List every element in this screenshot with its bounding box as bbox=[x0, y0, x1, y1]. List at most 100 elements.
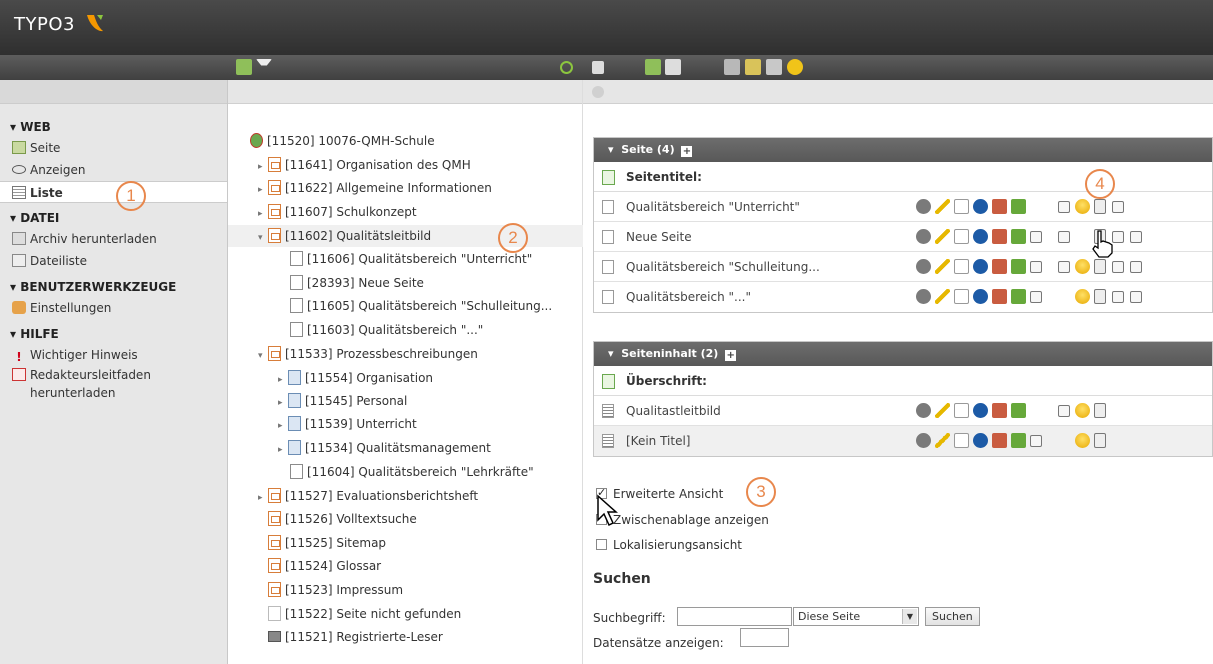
new-page-after-icon[interactable] bbox=[1011, 259, 1026, 274]
history-icon[interactable] bbox=[992, 229, 1007, 244]
tree-item-11607[interactable]: ▸ [11607] Schulkonzept bbox=[258, 201, 417, 223]
tree-item-11545[interactable]: ▸ [11545] Personal bbox=[278, 390, 407, 412]
move-up-icon[interactable] bbox=[1030, 435, 1042, 447]
localization-checkbox[interactable]: Lokalisierungsansicht bbox=[596, 538, 742, 552]
edit-icon[interactable] bbox=[745, 59, 761, 75]
new-record-icon[interactable] bbox=[645, 59, 661, 75]
lightbulb-icon[interactable] bbox=[787, 59, 803, 75]
expand-icon[interactable]: ▸ bbox=[258, 179, 268, 201]
paste-icon[interactable] bbox=[766, 59, 782, 75]
lightbulb-icon[interactable] bbox=[1075, 403, 1090, 418]
filter-icon[interactable] bbox=[256, 59, 272, 75]
history-icon[interactable] bbox=[992, 259, 1007, 274]
tree-item-11602[interactable]: ▾ [11602] Qualitätsleitbild bbox=[228, 225, 583, 247]
pencil-icon[interactable] bbox=[935, 199, 950, 214]
pencil-icon[interactable] bbox=[935, 403, 950, 418]
table-row[interactable]: Qualitätsbereich "..." bbox=[594, 282, 1212, 312]
view-icon[interactable] bbox=[724, 59, 740, 75]
trash-icon[interactable] bbox=[1094, 289, 1106, 304]
move-up-icon[interactable] bbox=[1030, 261, 1042, 273]
move-left-icon[interactable] bbox=[1112, 291, 1124, 303]
history-icon[interactable] bbox=[992, 433, 1007, 448]
expand-icon[interactable]: ▸ bbox=[278, 439, 288, 461]
nav-item-dateiliste[interactable]: Dateiliste bbox=[0, 250, 227, 272]
search-input[interactable] bbox=[677, 607, 792, 626]
new-page-after-icon[interactable] bbox=[1011, 199, 1026, 214]
table-row[interactable]: [Kein Titel] bbox=[594, 426, 1212, 456]
lightbulb-icon[interactable] bbox=[1075, 433, 1090, 448]
new-record-icon[interactable] bbox=[954, 259, 969, 274]
tree-item-11525[interactable]: [11525] Sitemap bbox=[268, 532, 386, 554]
nav-item-redakteursleitfaden[interactable]: Redakteursleitfaden bbox=[0, 366, 227, 384]
new-page-after-icon[interactable] bbox=[1011, 229, 1026, 244]
typo3-logo[interactable]: TYPO3 bbox=[14, 12, 106, 35]
move-down-icon[interactable] bbox=[1058, 261, 1070, 273]
move-left-icon[interactable] bbox=[1112, 201, 1124, 213]
pencil-icon[interactable] bbox=[935, 433, 950, 448]
view-icon[interactable] bbox=[916, 403, 931, 418]
nav-item-archiv[interactable]: Archiv herunterladen bbox=[0, 228, 227, 250]
new-record-icon[interactable] bbox=[954, 403, 969, 418]
tree-item-11526[interactable]: [11526] Volltextsuche bbox=[268, 508, 417, 530]
add-icon[interactable]: + bbox=[725, 350, 737, 361]
tree-item-11533[interactable]: ▾ [11533] Prozessbeschreibungen bbox=[258, 343, 478, 365]
history-icon[interactable] bbox=[992, 403, 1007, 418]
content-panel-header[interactable]: ▾ Seiteninhalt (2) + bbox=[594, 342, 1212, 366]
table-row[interactable]: Qualitastleitbild bbox=[594, 396, 1212, 426]
new-record-icon[interactable] bbox=[954, 199, 969, 214]
tree-item-11522[interactable]: [11522] Seite nicht gefunden bbox=[268, 603, 461, 625]
nav-item-anzeigen[interactable]: Anzeigen bbox=[0, 159, 227, 181]
pencil-icon[interactable] bbox=[935, 229, 950, 244]
help-icon[interactable] bbox=[592, 86, 604, 98]
tree-item-11641[interactable]: ▸ [11641] Organisation des QMH bbox=[258, 154, 471, 176]
move-right-icon[interactable] bbox=[1130, 231, 1142, 243]
tree-item-11534[interactable]: ▸ [11534] Qualitätsmanagement bbox=[278, 437, 491, 459]
refresh-icon[interactable] bbox=[560, 61, 573, 74]
new-page-icon[interactable] bbox=[236, 59, 252, 75]
tree-item-28393[interactable]: [28393] Neue Seite bbox=[290, 272, 424, 294]
table-row[interactable]: Qualitätsbereich "Schulleitung... bbox=[594, 252, 1212, 282]
collapse-icon[interactable]: ▾ bbox=[258, 345, 268, 367]
info-icon[interactable] bbox=[973, 403, 988, 418]
tree-item-11554[interactable]: ▸ [11554] Organisation bbox=[278, 367, 433, 389]
nav-item-einstellungen[interactable]: Einstellungen bbox=[0, 297, 227, 319]
move-down-icon[interactable] bbox=[1058, 405, 1070, 417]
new-record-icon[interactable] bbox=[954, 229, 969, 244]
view-icon[interactable] bbox=[916, 229, 931, 244]
view-icon[interactable] bbox=[916, 289, 931, 304]
expand-icon[interactable]: ▸ bbox=[258, 156, 268, 178]
view-icon[interactable] bbox=[916, 199, 931, 214]
info-icon[interactable] bbox=[973, 199, 988, 214]
info-icon[interactable] bbox=[973, 229, 988, 244]
table-row[interactable]: Neue Seite bbox=[594, 222, 1212, 252]
back-icon[interactable] bbox=[592, 61, 604, 74]
history-icon[interactable] bbox=[992, 289, 1007, 304]
lightbulb-icon[interactable] bbox=[1075, 259, 1090, 274]
tree-item-11523[interactable]: [11523] Impressum bbox=[268, 579, 403, 601]
new-content-after-icon[interactable] bbox=[1011, 433, 1026, 448]
new-page-after-icon[interactable] bbox=[1011, 289, 1026, 304]
tree-item-11524[interactable]: [11524] Glossar bbox=[268, 555, 381, 577]
move-left-icon[interactable] bbox=[1112, 261, 1124, 273]
info-icon[interactable] bbox=[973, 433, 988, 448]
nav-item-herunterladen[interactable]: herunterladen bbox=[0, 384, 227, 402]
trash-icon[interactable] bbox=[1094, 403, 1106, 418]
nav-item-wichtiger-hinweis[interactable]: ! Wichtiger Hinweis bbox=[0, 344, 227, 366]
move-right-icon[interactable] bbox=[1130, 291, 1142, 303]
expand-icon[interactable]: ▸ bbox=[258, 487, 268, 509]
checkbox[interactable] bbox=[596, 539, 607, 550]
history-icon[interactable] bbox=[992, 199, 1007, 214]
move-up-icon[interactable] bbox=[1030, 291, 1042, 303]
view-icon[interactable] bbox=[916, 433, 931, 448]
table-row[interactable]: Qualitätsbereich "Unterricht" bbox=[594, 192, 1212, 222]
info-icon[interactable] bbox=[973, 259, 988, 274]
nav-group-benutzerwerkzeuge[interactable]: ▾ BENUTZERWERKZEUGE bbox=[0, 276, 227, 297]
move-down-icon[interactable] bbox=[1058, 231, 1070, 243]
trash-icon[interactable] bbox=[1094, 433, 1106, 448]
expand-icon[interactable]: ▸ bbox=[258, 203, 268, 225]
expand-icon[interactable]: ▸ bbox=[278, 415, 288, 437]
move-up-icon[interactable] bbox=[1030, 231, 1042, 243]
tree-item-11605[interactable]: [11605] Qualitätsbereich "Schulleitung..… bbox=[290, 295, 552, 317]
move-right-icon[interactable] bbox=[1130, 261, 1142, 273]
search-scope-select[interactable]: Diese Seite ▼ bbox=[793, 607, 919, 626]
